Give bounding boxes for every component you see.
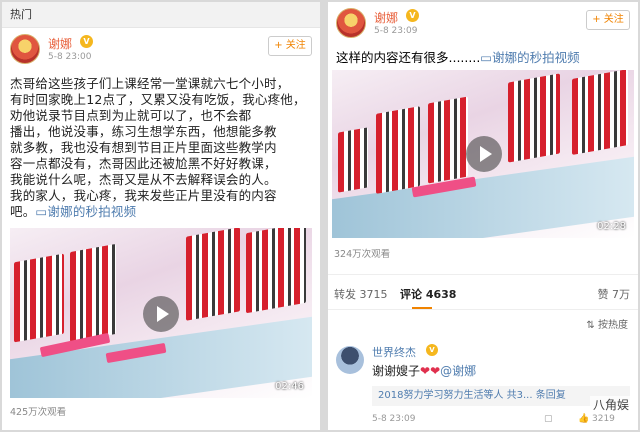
watermark: 八角娱 [589, 396, 632, 413]
tab-repost[interactable]: 转发 3715 [334, 286, 388, 302]
post-header: 谢娜 V 5-8 23:00 + 关注 [2, 28, 320, 72]
comment-username[interactable]: 世界终杰 [372, 344, 416, 360]
follow-button[interactable]: + 关注 [586, 10, 630, 30]
stage-letter [14, 253, 64, 343]
heart-icon: ❤❤ [420, 364, 441, 378]
sort-control[interactable]: ⇅ 按热度 [586, 316, 628, 331]
comment-text: 谢谢嫂子❤❤@谢娜 [372, 362, 476, 379]
avatar[interactable] [10, 34, 40, 64]
mention-link[interactable]: @谢娜 [440, 364, 476, 378]
stage-letter [572, 70, 628, 155]
video-link[interactable]: 谢娜的秒拍视频 [492, 50, 580, 65]
play-icon[interactable] [466, 136, 502, 172]
vip-badge-icon: V [80, 35, 93, 48]
post-line: 我能说什么呢，杰哥又是从不去解释误会的人。 [10, 172, 277, 187]
username[interactable]: 谢娜 [48, 35, 72, 52]
like-icon[interactable]: 👍 [578, 414, 589, 424]
section-label-hot: 热门 [2, 2, 320, 28]
view-count: 425万次观看 [10, 407, 67, 418]
post-line: 我的家人，我心疼，我来发些正片里没有的内容 [10, 188, 277, 203]
stage-letter [376, 106, 420, 194]
follow-button[interactable]: + 关注 [268, 36, 312, 56]
post-line: 就多教，我也没有想到节目正片里面这些教学内 [10, 140, 277, 155]
sort-icon: ⇅ [586, 320, 595, 331]
post-line-last: 吧。▭谢娜的秒拍视频 [10, 204, 312, 220]
video-player[interactable]: 02:46 [10, 228, 312, 398]
post-header: 谢娜 V 5-8 23:09 + 关注 [328, 2, 638, 46]
weibo-post-left: 热门 谢娜 V 5-8 23:00 + 关注 杰哥给这些孩子们上课经常一堂课就六… [2, 2, 320, 430]
post-line: 有时回家晚上12点了，又累又没有吃饭，我心疼他， [10, 92, 306, 107]
view-count: 324万次观看 [334, 249, 391, 260]
stage-letter [186, 228, 240, 321]
post-time: 5-8 23:09 [374, 26, 418, 36]
username[interactable]: 谢娜 [374, 9, 398, 26]
comment-icon[interactable]: ▢ [544, 414, 553, 424]
video-duration: 02:28 [597, 221, 626, 232]
stage-letter [428, 96, 468, 184]
video-link[interactable]: 谢娜的秒拍视频 [47, 204, 136, 219]
comment-item: 世界终杰 V 谢谢嫂子❤❤@谢娜 2018努力学习努力生活等人 共3... 条回… [328, 338, 638, 430]
post-line: 劝他说录节目点到为止就可以了，也不会都 [10, 108, 252, 123]
stage-letter [338, 127, 368, 193]
video-link-icon[interactable]: ▭ [35, 204, 47, 219]
post-line: 容一点都没有，杰哥因此还被尬黑不好好教课， [10, 156, 277, 171]
stats-tabs: 转发 3715 评论 4638 赞 7万 [328, 274, 638, 310]
video-link-icon[interactable]: ▭ [480, 50, 492, 65]
weibo-post-right: 谢娜 V 5-8 23:09 + 关注 这样的内容还有很多........▭谢娜… [328, 2, 638, 430]
post-line: 这样的内容还有很多........ [336, 50, 481, 65]
video-player[interactable]: 02:28 [332, 70, 634, 238]
vip-badge-icon: V [406, 9, 419, 22]
post-line-end: 吧。 [10, 204, 36, 219]
post-time: 5-8 23:00 [48, 52, 92, 62]
vip-badge-icon: V [426, 344, 438, 356]
avatar[interactable] [336, 346, 364, 374]
active-tab-indicator [412, 307, 432, 309]
avatar[interactable] [336, 8, 366, 38]
tab-comment[interactable]: 评论 4638 [400, 286, 456, 302]
stage-letter [70, 243, 116, 343]
stage-letter [508, 73, 560, 163]
sort-label: 按热度 [598, 320, 628, 331]
stage-letter [246, 228, 306, 314]
play-icon[interactable] [143, 296, 179, 332]
comment-time: 5-8 23:09 [372, 414, 416, 424]
tab-like[interactable]: 赞 7万 [598, 286, 631, 302]
post-line: 杰哥给这些孩子们上课经常一堂课就六七个小时， [10, 76, 290, 91]
video-duration: 02:46 [275, 381, 304, 392]
comment-body: 谢谢嫂子 [372, 364, 421, 378]
like-count: 3219 [592, 414, 615, 424]
post-text: 这样的内容还有很多........▭谢娜的秒拍视频 [328, 46, 638, 66]
post-text: 杰哥给这些孩子们上课经常一堂课就六七个小时， 有时回家晚上12点了，又累又没有吃… [2, 72, 320, 220]
post-line: 播出，他说没事，练习生想学东西，他想能多教 [10, 124, 277, 139]
